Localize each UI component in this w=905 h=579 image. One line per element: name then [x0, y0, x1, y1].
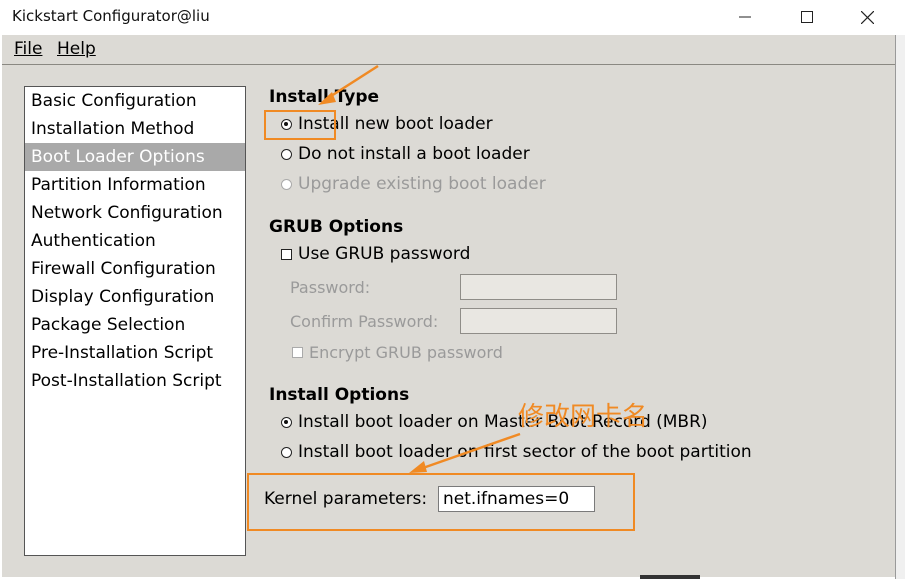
radio-install-on-boot-partition[interactable]: Install boot loader on first sector of t… — [281, 442, 752, 462]
sidebar-item-partition-information[interactable]: Partition Information — [25, 171, 245, 199]
sidebar-item-authentication[interactable]: Authentication — [25, 227, 245, 255]
password-field — [460, 274, 617, 300]
radio-icon — [281, 148, 292, 160]
radio-upgrade-existing: Upgrade existing boot loader — [281, 174, 546, 194]
section-list: Basic Configuration Installation Method … — [24, 86, 246, 556]
maximize-button[interactable] — [784, 0, 830, 34]
taskbar-fragment — [640, 575, 700, 579]
radio-icon — [281, 446, 292, 458]
checkbox-use-grub-password[interactable]: Use GRUB password — [281, 244, 470, 264]
sidebar-item-pre-installation-script[interactable]: Pre-Installation Script — [25, 339, 245, 367]
radio-selected-icon — [281, 416, 292, 428]
title-bar: Kickstart Configurator@liu — [0, 0, 905, 34]
window-title: Kickstart Configurator@liu — [12, 7, 210, 25]
radio-icon — [281, 178, 292, 190]
confirm-password-label: Confirm Password: — [290, 312, 439, 331]
close-button[interactable] — [844, 0, 890, 34]
checkbox-label: Use GRUB password — [298, 244, 471, 264]
maximize-icon — [801, 11, 813, 23]
radio-label: Upgrade existing boot loader — [298, 174, 546, 194]
highlight-box-install-new — [264, 110, 336, 140]
checkbox-icon — [281, 248, 292, 260]
sidebar-item-package-selection[interactable]: Package Selection — [25, 311, 245, 339]
menu-file[interactable]: File — [14, 39, 42, 59]
radio-do-not-install[interactable]: Do not install a boot loader — [281, 144, 530, 164]
password-label: Password: — [290, 278, 371, 297]
menu-bar: File Help — [2, 35, 895, 64]
annotation-text: 修改网卡名 — [518, 402, 649, 432]
sidebar-item-firewall-configuration[interactable]: Firewall Configuration — [25, 255, 245, 283]
sidebar-item-post-installation-script[interactable]: Post-Installation Script — [25, 367, 245, 395]
sidebar-item-network-configuration[interactable]: Network Configuration — [25, 199, 245, 227]
radio-label: Install boot loader on first sector of t… — [298, 442, 752, 462]
sidebar-item-basic-configuration[interactable]: Basic Configuration — [25, 87, 245, 115]
sidebar-item-display-configuration[interactable]: Display Configuration — [25, 283, 245, 311]
checkbox-icon — [292, 347, 303, 358]
menu-help-label: Help — [57, 39, 96, 59]
window-edge — [895, 35, 905, 579]
install-type-heading: Install Type — [269, 87, 380, 107]
sidebar-item-boot-loader-options[interactable]: Boot Loader Options — [25, 143, 245, 171]
minimize-icon — [739, 16, 751, 18]
checkbox-label: Encrypt GRUB password — [309, 343, 503, 362]
grub-options-heading: GRUB Options — [269, 217, 404, 237]
minimize-button[interactable] — [722, 0, 768, 34]
sidebar-item-installation-method[interactable]: Installation Method — [25, 115, 245, 143]
close-icon — [860, 10, 874, 24]
checkbox-encrypt-grub-password: Encrypt GRUB password — [292, 343, 503, 362]
install-options-heading: Install Options — [269, 385, 410, 405]
radio-label: Do not install a boot loader — [298, 144, 530, 164]
highlight-box-kernel-parameters — [247, 473, 635, 531]
menu-file-label: File — [14, 39, 43, 59]
menu-help[interactable]: Help — [57, 39, 96, 59]
confirm-password-field — [460, 308, 617, 334]
